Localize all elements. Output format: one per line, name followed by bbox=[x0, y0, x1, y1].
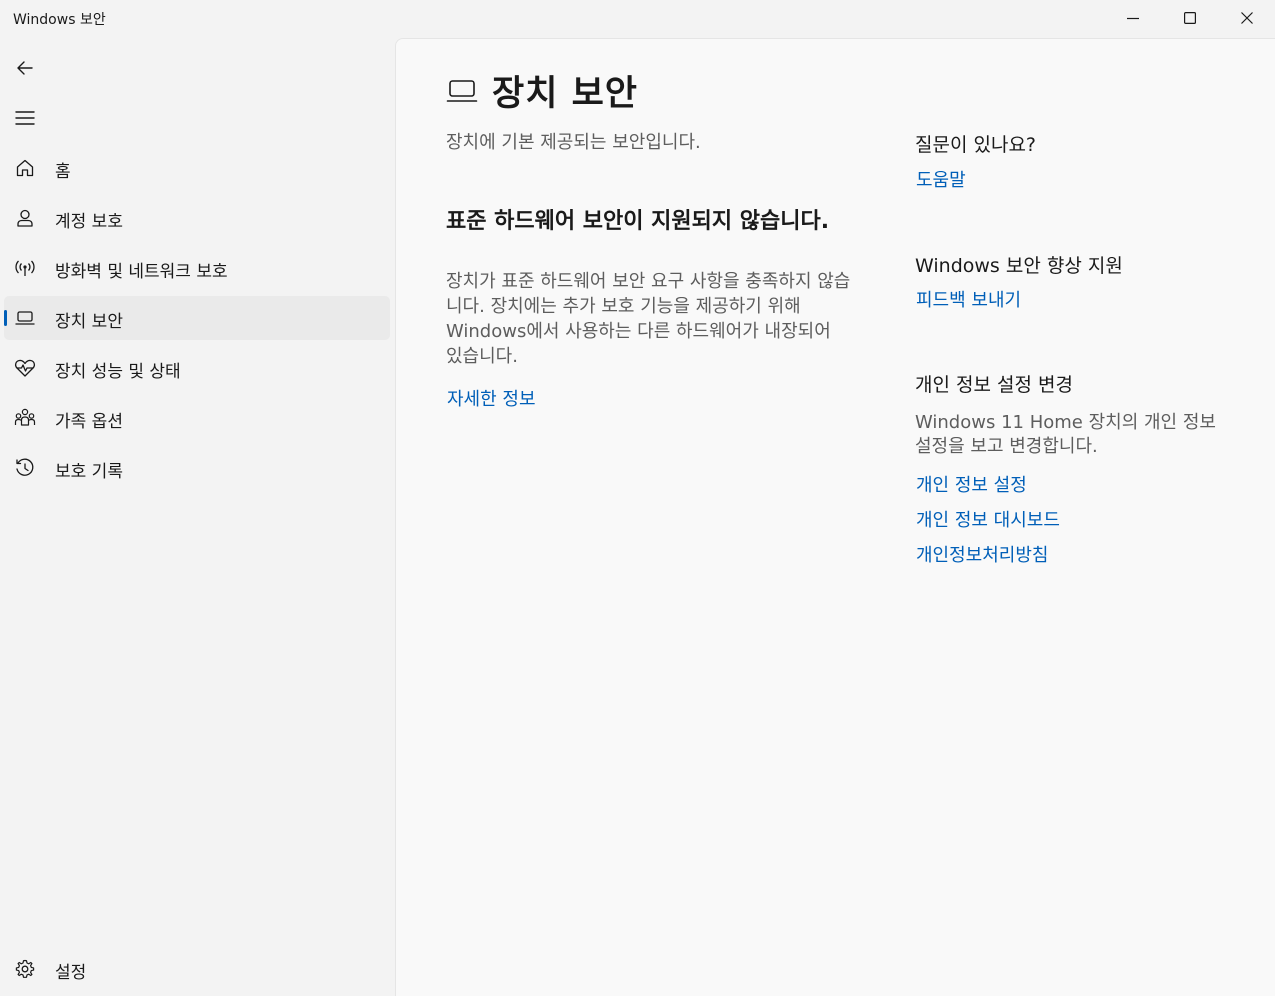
maximize-icon bbox=[1183, 12, 1196, 24]
learn-more-link[interactable]: 자세한 정보 bbox=[447, 385, 536, 411]
antenna-icon bbox=[14, 257, 36, 279]
page-header: 장치 보안 bbox=[446, 65, 638, 116]
nav-item-label: 계정 보호 bbox=[55, 212, 123, 232]
nav-item-device-performance[interactable]: 장치 성능 및 상태 bbox=[4, 346, 390, 390]
maximize-button[interactable] bbox=[1161, 0, 1218, 36]
app-title: Windows 보안 bbox=[13, 12, 106, 28]
privacy-description: Windows 11 Home 장치의 개인 정보 설정을 보고 변경합니다. bbox=[915, 412, 1216, 457]
help-link[interactable]: 도움말 bbox=[916, 166, 966, 192]
section-title: 표준 하드웨어 보안이 지원되지 않습니다. bbox=[446, 209, 830, 234]
close-icon bbox=[1240, 12, 1253, 24]
nav-item-label: 방화벽 및 네트워크 보호 bbox=[55, 262, 228, 282]
history-icon bbox=[14, 457, 36, 479]
person-icon bbox=[14, 207, 36, 229]
nav-item-label: 장치 성능 및 상태 bbox=[55, 362, 181, 382]
back-button[interactable] bbox=[6, 50, 44, 86]
window-controls bbox=[1104, 0, 1275, 36]
menu-button[interactable] bbox=[6, 100, 44, 136]
feedback-link[interactable]: 피드백 보내기 bbox=[916, 286, 1021, 312]
hamburger-menu-icon bbox=[15, 111, 35, 125]
page-title: 장치 보안 bbox=[492, 74, 638, 114]
nav-item-device-security[interactable]: 장치 보안 bbox=[4, 296, 390, 340]
heart-pulse-icon bbox=[14, 357, 36, 379]
minimize-icon bbox=[1126, 17, 1139, 20]
nav-item-firewall[interactable]: 방화벽 및 네트워크 보호 bbox=[4, 246, 390, 290]
nav-item-protection-history[interactable]: 보호 기록 bbox=[4, 446, 390, 490]
family-icon bbox=[14, 407, 36, 429]
title-bar: Windows 보안 bbox=[0, 0, 1275, 36]
content-panel: 장치 보안 장치에 기본 제공되는 보안입니다. 표준 하드웨어 보안이 지원되… bbox=[395, 38, 1275, 996]
laptop-icon bbox=[14, 307, 36, 329]
nav-item-label: 가족 옵션 bbox=[55, 412, 123, 432]
privacy-dashboard-link[interactable]: 개인 정보 대시보드 bbox=[916, 506, 1060, 532]
page-subtitle: 장치에 기본 제공되는 보안입니다. bbox=[446, 132, 701, 153]
improve-heading: Windows 보안 향상 지원 bbox=[915, 255, 1123, 277]
privacy-policy-link[interactable]: 개인정보처리방침 bbox=[916, 541, 1048, 567]
nav-item-account-protection[interactable]: 계정 보호 bbox=[4, 196, 390, 240]
nav-item-label: 설정 bbox=[55, 963, 87, 983]
nav-item-settings[interactable]: 설정 bbox=[4, 947, 390, 991]
gear-icon bbox=[14, 958, 36, 980]
privacy-heading: 개인 정보 설정 변경 bbox=[915, 374, 1073, 396]
question-heading: 질문이 있나요? bbox=[915, 134, 1037, 156]
section-description: 장치가 표준 하드웨어 보안 요구 사항을 충족하지 않습니다. 장치에는 추가… bbox=[446, 271, 851, 367]
back-arrow-icon bbox=[17, 61, 33, 75]
laptop-icon bbox=[446, 79, 478, 102]
nav-item-label: 장치 보안 bbox=[55, 312, 123, 332]
nav-item-label: 홈 bbox=[55, 162, 71, 182]
privacy-settings-link[interactable]: 개인 정보 설정 bbox=[916, 471, 1027, 497]
nav-item-family-options[interactable]: 가족 옵션 bbox=[4, 396, 390, 440]
nav-item-home[interactable]: 홈 bbox=[4, 146, 390, 190]
selection-indicator bbox=[4, 310, 7, 326]
nav-item-label: 보호 기록 bbox=[55, 462, 123, 482]
close-button[interactable] bbox=[1218, 0, 1275, 36]
home-icon bbox=[14, 157, 36, 179]
minimize-button[interactable] bbox=[1104, 0, 1161, 36]
windows-security-window: Windows 보안 홈 계정 보호 방화벽 및 네트워크 보호 장치 보안 장… bbox=[0, 0, 1275, 996]
